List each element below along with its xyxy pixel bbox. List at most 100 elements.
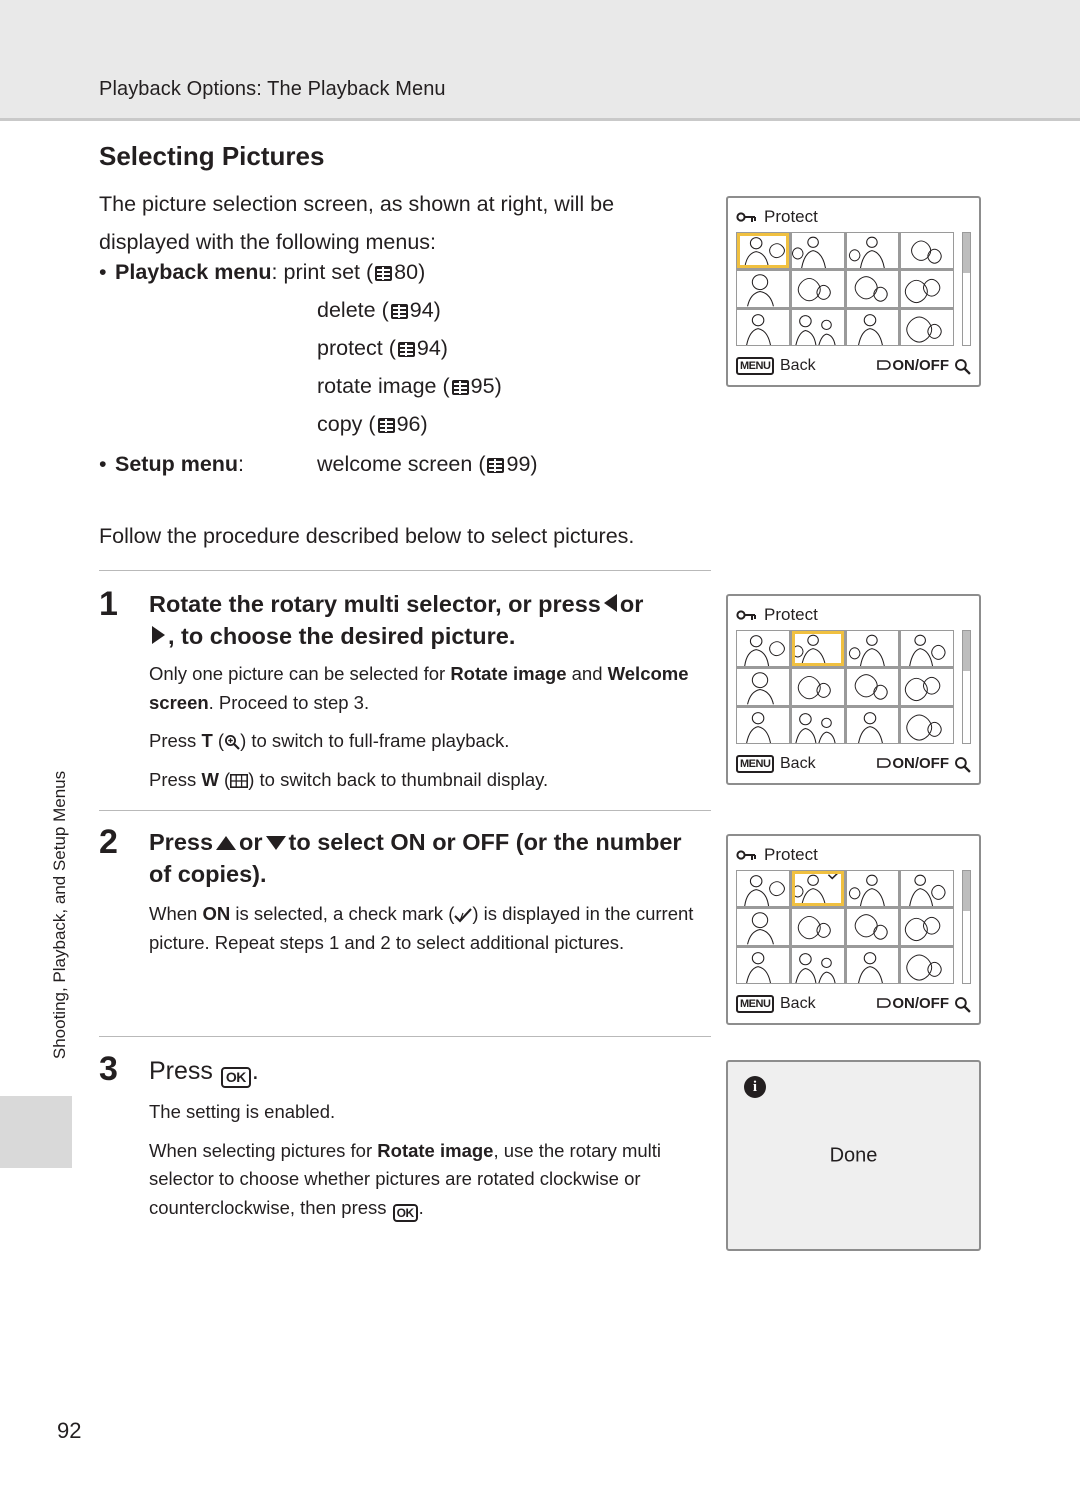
list-item: rotate image (95) <box>317 374 502 398</box>
thumbnail-cell[interactable] <box>901 309 953 345</box>
list-item: • Setup menu: welcome screen (99) <box>99 445 719 483</box>
thumbnail-cell[interactable] <box>901 669 953 705</box>
thumbnail-cell[interactable] <box>737 233 789 269</box>
menu-sep: : <box>271 260 278 284</box>
step-2-title: Press or to select ON or OFF (or the numbe… <box>149 829 682 887</box>
step-2-body: When ON is selected, a check mark ( ) is… <box>149 903 694 953</box>
list-item: delete (94) <box>317 298 441 322</box>
thumbnail-cell[interactable] <box>901 233 953 269</box>
lcd-2-scroll-thumb[interactable] <box>963 631 970 671</box>
onoff-label[interactable]: ON/OFF <box>876 995 949 1012</box>
menu-badge[interactable]: MENU <box>736 995 775 1013</box>
lcd-1-scrollbar[interactable] <box>962 232 971 346</box>
thumbnail-cell[interactable] <box>791 669 844 705</box>
thumbnail-cell[interactable] <box>846 909 899 945</box>
thumbnail-cell[interactable] <box>846 669 899 705</box>
menu-item-name: protect <box>317 336 383 360</box>
back-label[interactable]: Back <box>780 357 816 375</box>
menu-label: Setup menu <box>115 452 239 476</box>
step-1-title-a: Rotate the rotary multi selector, or pre… <box>149 591 601 617</box>
divider <box>99 1036 711 1037</box>
menu-badge[interactable]: MENU <box>736 755 775 773</box>
lcd-2-footer: MENU Back ON/OFF <box>728 753 979 779</box>
thumbnail-cell[interactable] <box>737 947 789 983</box>
thumbnail-cell[interactable] <box>791 947 844 983</box>
book-ref-icon <box>451 380 469 395</box>
book-ref-icon <box>390 304 408 319</box>
step-3-body-line-1: The setting is enabled. <box>149 1101 336 1122</box>
thumbnail-cell[interactable] <box>791 271 844 307</box>
thumbnail-cell[interactable] <box>737 707 789 743</box>
magnify-icon <box>954 756 971 778</box>
ok-button-icon: OK <box>220 1067 251 1088</box>
thumbnail-cell[interactable] <box>791 707 844 743</box>
list-item: copy (96) <box>317 412 428 436</box>
book-ref-icon <box>397 342 415 357</box>
step-1-title-c: , to choose the desired picture. <box>168 623 516 649</box>
side-tab-marker <box>0 1096 72 1168</box>
thumbnail-cell[interactable] <box>846 271 899 307</box>
lcd-3-scroll-thumb[interactable] <box>963 871 970 911</box>
step-1-body-line-1: Only one picture can be selected for Rot… <box>149 663 689 713</box>
back-label[interactable]: Back <box>780 755 816 773</box>
thumbnail-cell[interactable] <box>901 707 953 743</box>
thumbnail-cell[interactable] <box>901 909 953 945</box>
protect-key-icon <box>736 847 756 863</box>
lcd-3-title: Protect <box>764 845 818 864</box>
lcd-screen-1: Protect MENU Back ON/OFF <box>726 196 981 387</box>
intro-paragraph: The picture selection screen, as shown a… <box>99 192 615 254</box>
onoff-label[interactable]: ON/OFF <box>876 755 949 772</box>
thumbnail-cell[interactable] <box>737 669 789 705</box>
lcd-3-footer: MENU Back ON/OFF <box>728 993 979 1019</box>
lcd-3-scrollbar[interactable] <box>962 870 971 984</box>
thumbnail-cell[interactable] <box>791 631 844 667</box>
onoff-label[interactable]: ON/OFF <box>876 357 949 374</box>
lcd-2-title-row: Protect <box>728 602 818 628</box>
thumbnail-cell[interactable] <box>846 707 899 743</box>
thumbnail-cell[interactable] <box>737 271 789 307</box>
book-ref-icon <box>375 266 393 281</box>
menu-badge[interactable]: MENU <box>736 357 775 375</box>
lcd-screen-3: Protect MENU Back ON/OFF <box>726 834 981 1025</box>
thumbnail-cell[interactable] <box>846 947 899 983</box>
step-3-number: 3 <box>99 1050 118 1088</box>
magnify-icon <box>224 730 240 750</box>
thumbnail-cell[interactable] <box>737 309 789 345</box>
section-title: Selecting Pictures <box>99 141 325 171</box>
menu-item-name: welcome screen <box>317 452 473 476</box>
thumbnail-cell[interactable] <box>901 631 953 667</box>
menu-label: Playback menu <box>115 260 272 284</box>
lcd-1-scroll-thumb[interactable] <box>963 233 970 273</box>
thumbnail-cell[interactable] <box>737 909 789 945</box>
thumbnail-cell[interactable] <box>846 631 899 667</box>
thumbnail-cell[interactable] <box>901 871 953 907</box>
menu-sep: : <box>238 452 245 476</box>
list-item: protect (94) <box>317 336 448 360</box>
lcd-2-scrollbar[interactable] <box>962 630 971 744</box>
menu-item-name: delete <box>317 298 376 322</box>
ok-button-icon: OK <box>392 1203 418 1222</box>
thumbnail-cell[interactable] <box>791 909 844 945</box>
lcd-1-title: Protect <box>764 207 818 226</box>
thumbnail-cell[interactable] <box>846 233 899 269</box>
step-1-title: Rotate the rotary multi selector, or pre… <box>149 588 709 652</box>
thumbnail-cell[interactable] <box>901 947 953 983</box>
back-label[interactable]: Back <box>780 995 816 1013</box>
thumbnail-cell[interactable] <box>846 309 899 345</box>
menu-item-ref: 96 <box>396 412 421 436</box>
down-arrow-icon <box>265 836 286 850</box>
thumbnail-cell[interactable] <box>846 871 899 907</box>
thumbnail-cell[interactable] <box>791 871 844 907</box>
running-head: Playback Options: The Playback Menu <box>99 78 446 100</box>
thumbnail-cell[interactable] <box>737 871 789 907</box>
thumbnail-icon <box>230 768 249 788</box>
thumbnail-cell[interactable] <box>737 631 789 667</box>
thumbnail-cell[interactable] <box>901 271 953 307</box>
thumbnail-cell[interactable] <box>791 309 844 345</box>
book-ref-icon <box>487 458 505 473</box>
thumbnail-cell[interactable] <box>791 233 844 269</box>
protect-key-icon <box>736 209 756 225</box>
bullet-dot: • <box>99 260 107 284</box>
info-icon: i <box>744 1076 766 1098</box>
book-ref-icon <box>377 418 395 433</box>
